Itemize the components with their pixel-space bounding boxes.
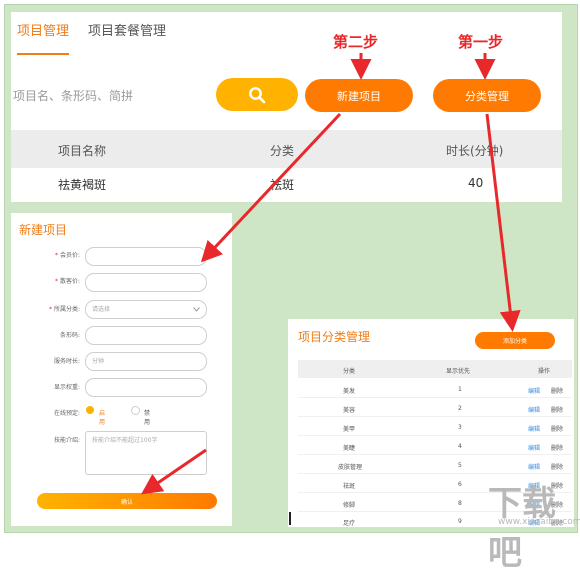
arrow-to-confirm — [141, 448, 207, 495]
arrow-to-add-category — [485, 113, 521, 332]
arrow-to-form — [200, 112, 342, 263]
annotation-arrows — [141, 53, 521, 495]
watermark-url: www.xiazaiba.com — [498, 517, 580, 527]
